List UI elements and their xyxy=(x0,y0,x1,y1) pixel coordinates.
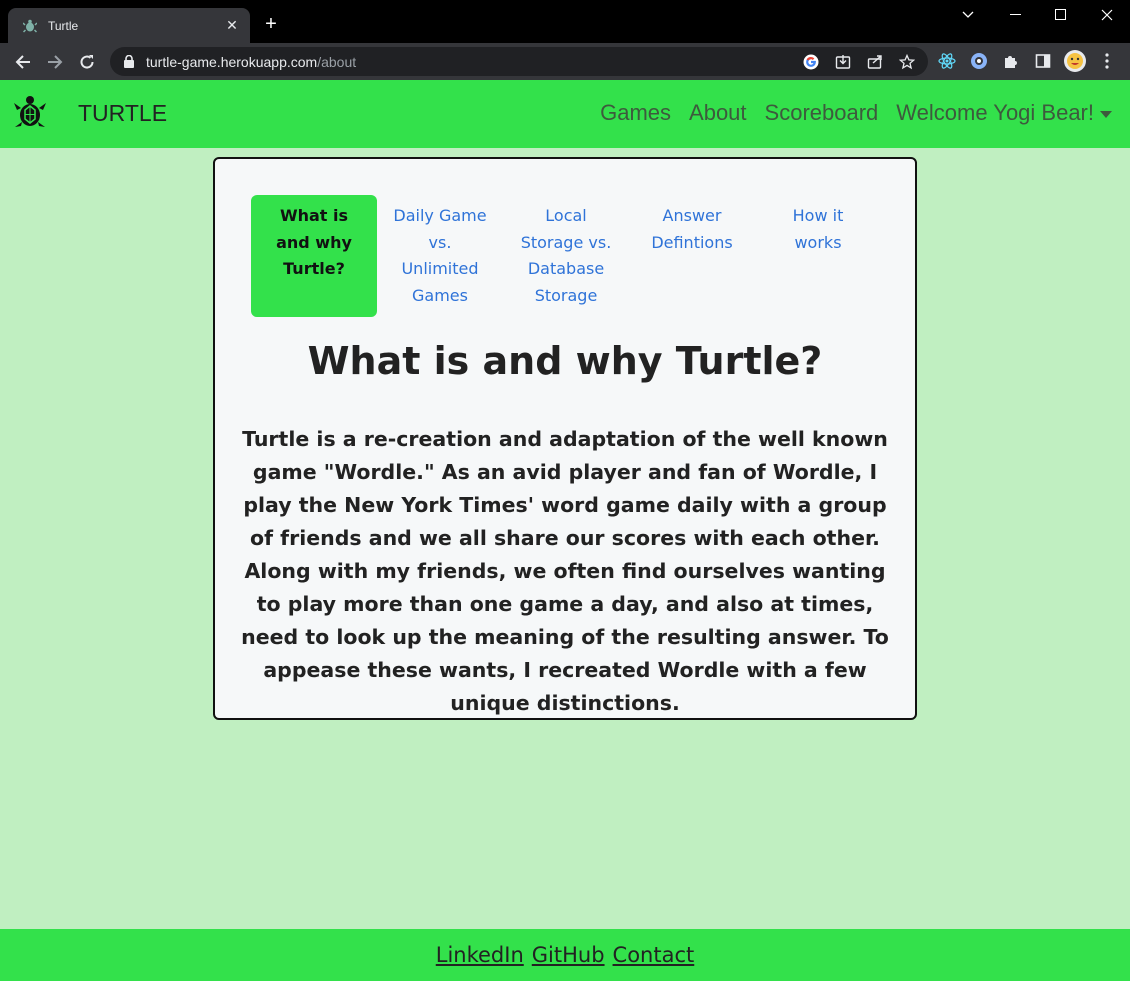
close-window-icon[interactable] xyxy=(1084,0,1130,30)
user-menu-dropdown[interactable]: Welcome Yogi Bear! xyxy=(896,100,1112,126)
footer-link-linkedin[interactable]: LinkedIn xyxy=(436,943,524,967)
tab-daily-vs-unlimited[interactable]: Daily Game vs. Unlimited Games xyxy=(377,195,503,317)
tab-label-line: How it xyxy=(792,206,844,225)
page-footer: LinkedIn GitHub Contact xyxy=(0,929,1130,981)
tab-label-line: works xyxy=(794,232,842,252)
extensions-puzzle-icon[interactable] xyxy=(999,49,1023,73)
tab-label-line: Games xyxy=(412,285,468,305)
url-path: /about xyxy=(317,53,357,70)
tab-label-line: Daily Game xyxy=(393,206,487,225)
nav-link-scoreboard[interactable]: Scoreboard xyxy=(765,100,879,126)
nav-link-about[interactable]: About xyxy=(689,100,747,126)
install-app-icon[interactable] xyxy=(832,51,854,73)
section-paragraph: Turtle is a re-creation and adaptation o… xyxy=(241,427,889,715)
turtle-favicon-icon xyxy=(22,18,38,34)
share-icon[interactable] xyxy=(864,51,886,73)
forward-arrow-icon[interactable] xyxy=(42,49,68,75)
footer-link-github[interactable]: GitHub xyxy=(532,943,605,967)
url-text: turtle-game.herokuapp.com/about xyxy=(146,54,356,70)
browser-tab[interactable]: Turtle ✕ xyxy=(8,8,250,43)
tab-label-line: Storage xyxy=(534,285,598,305)
brand-name[interactable]: TURTLE xyxy=(78,100,167,127)
maximize-icon[interactable] xyxy=(1038,0,1084,30)
side-panel-icon[interactable] xyxy=(1031,49,1055,73)
footer-link-contact[interactable]: Contact xyxy=(613,943,695,967)
tab-search-chevron-icon[interactable] xyxy=(945,0,991,30)
tab-label-line: Answer xyxy=(662,206,722,225)
tab-label-line: Defintions xyxy=(651,232,733,252)
browser-toolbar: turtle-game.herokuapp.com/about xyxy=(0,43,1130,80)
tab-how-it-works[interactable]: How it works xyxy=(755,195,881,317)
tab-label-line: vs. xyxy=(428,232,452,252)
react-devtools-icon[interactable] xyxy=(935,49,959,73)
tab-label-line: and why xyxy=(276,232,352,252)
reload-icon[interactable] xyxy=(74,49,100,75)
menu-kebab-icon[interactable] xyxy=(1095,49,1119,73)
nav-links: Games About Scoreboard Welcome Yogi Bear… xyxy=(582,100,1112,126)
minimize-icon[interactable] xyxy=(993,0,1039,30)
tab-what-and-why[interactable]: What is and why Turtle? xyxy=(251,195,377,317)
tab-label-line: What is xyxy=(279,206,349,225)
turtle-logo-icon[interactable] xyxy=(11,94,49,132)
tab-label-line: Local xyxy=(545,206,587,225)
tab-label-line: Unlimited xyxy=(401,259,479,278)
extension-circle-icon[interactable] xyxy=(967,49,991,73)
section-heading: What is and why Turtle? xyxy=(307,339,823,383)
tab-title: Turtle xyxy=(48,18,79,33)
lock-icon xyxy=(122,55,136,69)
bookmark-star-icon[interactable] xyxy=(896,51,918,73)
tab-answer-definitions[interactable]: Answer Defintions xyxy=(629,195,755,317)
about-card: What is and why Turtle? Daily Game vs. U… xyxy=(213,157,917,720)
back-arrow-icon[interactable] xyxy=(10,49,36,75)
nav-link-games[interactable]: Games xyxy=(600,100,671,126)
app-navbar: TURTLE Games About Scoreboard Welcome Yo… xyxy=(0,80,1130,148)
tab-label-line: Turtle? xyxy=(283,259,345,278)
url-host: turtle-game.herokuapp.com xyxy=(146,53,318,70)
profile-avatar[interactable] xyxy=(1063,49,1087,73)
google-icon[interactable] xyxy=(800,51,822,73)
tab-local-vs-database[interactable]: Local Storage vs. Database Storage xyxy=(503,195,629,317)
address-bar[interactable]: turtle-game.herokuapp.com/about xyxy=(110,47,928,76)
tab-label-line: Database xyxy=(527,259,605,278)
tab-close-icon[interactable]: ✕ xyxy=(224,18,240,34)
caret-down-icon xyxy=(1100,110,1112,118)
tab-label-line: Storage vs. xyxy=(520,232,612,252)
browser-titlebar: Turtle ✕ + xyxy=(0,0,1130,43)
about-tabs: What is and why Turtle? Daily Game vs. U… xyxy=(251,195,881,317)
user-menu-label: Welcome Yogi Bear! xyxy=(896,100,1094,125)
new-tab-button[interactable]: + xyxy=(260,13,282,35)
